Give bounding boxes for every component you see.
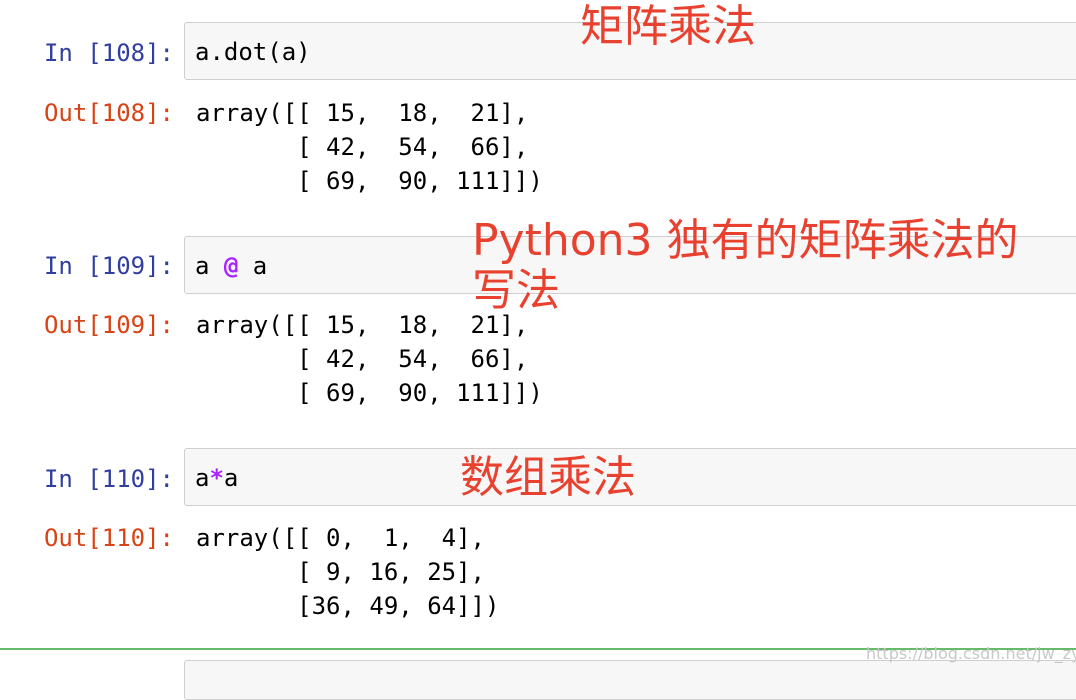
code-text: a @ a: [195, 249, 267, 283]
out-prompt: Out[108]:: [43, 99, 174, 127]
output-line: [ 69, 90, 111]]): [196, 167, 543, 195]
out-prompt: Out[109]:: [43, 311, 174, 339]
in-prompt: In [108]:: [43, 39, 174, 67]
code-token: a: [223, 464, 239, 492]
code-text: a*a: [195, 461, 238, 495]
output-line: array([[ 0, 1, 4],: [196, 524, 485, 552]
code-token: a: [238, 252, 268, 280]
output-line: [ 9, 16, 25],: [196, 558, 485, 586]
in-prompt: In [110]:: [43, 465, 174, 493]
out-prompt: Out[110]:: [43, 524, 174, 552]
annotation-label: 数组乘法: [460, 452, 636, 503]
watermark: https://blog.csdn.net/jw_zyfx: [866, 644, 1076, 663]
output-line: array([[ 15, 18, 21],: [196, 99, 529, 127]
code-token: a: [195, 252, 224, 280]
annotation-label: 写法: [472, 265, 560, 316]
output-line: [ 42, 54, 66],: [196, 345, 529, 373]
output-line: [36, 49, 64]]): [196, 592, 500, 620]
matmul-operator: @: [223, 252, 239, 280]
code-text: a.dot(a): [195, 38, 311, 66]
in-prompt: In [109]:: [43, 252, 174, 280]
multiply-operator: *: [209, 464, 224, 492]
annotation-label: 矩阵乘法: [580, 1, 756, 52]
output-line: [ 42, 54, 66],: [196, 133, 529, 161]
cell-output: array([[ 15, 18, 21], [ 42, 54, 66], [ 6…: [196, 96, 543, 198]
code-input-cell[interactable]: [184, 660, 1076, 700]
output-line: [ 69, 90, 111]]): [196, 379, 543, 407]
annotation-label: Python3 独有的矩阵乘法的: [472, 215, 1019, 266]
cell-output: array([[ 0, 1, 4], [ 9, 16, 25], [36, 49…: [196, 521, 499, 623]
cell-output: array([[ 15, 18, 21], [ 42, 54, 66], [ 6…: [196, 308, 543, 410]
code-token: a: [195, 464, 210, 492]
